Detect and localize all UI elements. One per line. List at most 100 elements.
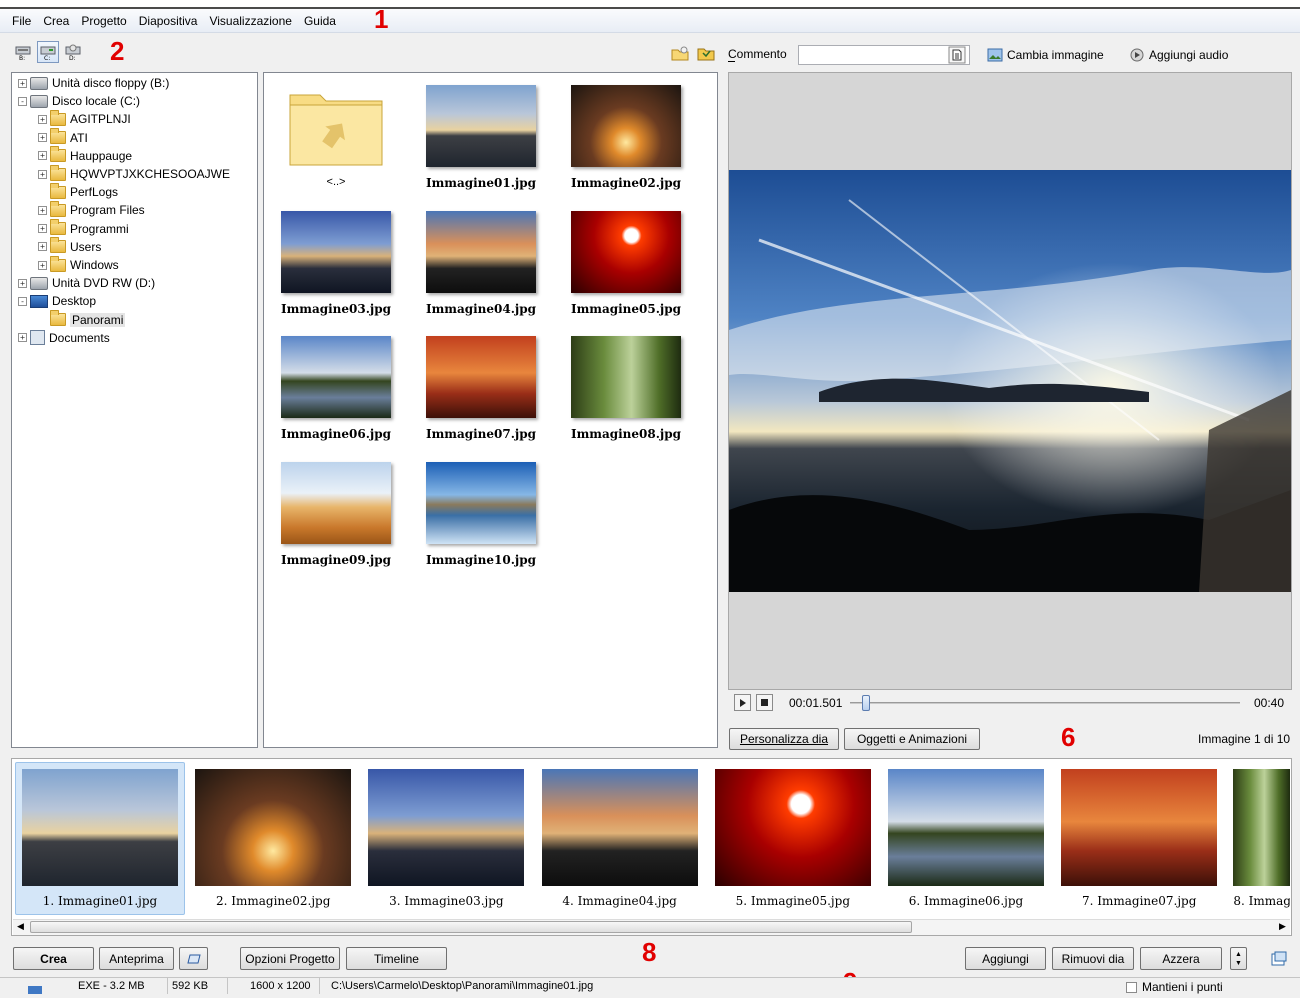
menu-guida[interactable]: Guida: [298, 14, 342, 28]
collapse-icon[interactable]: -: [18, 96, 27, 106]
menu-diapositiva[interactable]: Diapositiva: [133, 14, 204, 28]
menu-visualizzazione[interactable]: Visualizzazione: [203, 14, 298, 28]
file-thumbnail[interactable]: Immagine02.jpg: [570, 85, 682, 190]
folder-icon: [50, 237, 66, 254]
reset-button[interactable]: Azzera: [1140, 947, 1222, 970]
drive-d-button[interactable]: D:: [62, 41, 84, 63]
tree-item[interactable]: - Desktop: [18, 292, 96, 310]
tree-item[interactable]: + Program Files: [38, 200, 145, 219]
menu-file[interactable]: File: [6, 14, 37, 28]
expand-icon[interactable]: +: [38, 224, 47, 234]
folder-new-icon[interactable]: [671, 45, 689, 61]
tree-item[interactable]: + Documents: [18, 329, 110, 347]
add-audio-button[interactable]: Aggiungi audio: [1149, 48, 1228, 62]
status-filesize: 592 KB: [166, 978, 228, 994]
menu-crea[interactable]: Crea: [37, 14, 75, 28]
remove-slide-button[interactable]: Rimuovi dia: [1052, 947, 1134, 970]
tree-item[interactable]: + Hauppauge: [38, 146, 132, 165]
fullscreen-button[interactable]: [179, 947, 208, 970]
expand-icon[interactable]: +: [18, 333, 27, 343]
file-thumbnail-image: [571, 85, 681, 167]
comment-input[interactable]: [798, 45, 970, 65]
tree-item[interactable]: + Windows: [38, 255, 119, 274]
tree-item[interactable]: + Users: [38, 237, 101, 256]
slide-thumbnail[interactable]: 2. Immagine02.jpg: [194, 769, 352, 908]
slide-label: 1. Immagine01.jpg: [42, 894, 158, 908]
callout-1: 1: [374, 4, 389, 34]
tree-item[interactable]: Panorami: [38, 310, 126, 329]
file-thumbnail[interactable]: Immagine09.jpg: [280, 461, 392, 567]
tree-item-label: ATI: [70, 130, 88, 145]
change-image-button[interactable]: Cambia immagine: [1007, 48, 1104, 62]
preview-button[interactable]: Anteprima: [99, 947, 174, 970]
move-slide-spinner[interactable]: ▲ ▼: [1230, 947, 1247, 970]
tree-item[interactable]: + HQWVPTJXKCHESOOAJWE: [38, 164, 230, 183]
expand-icon[interactable]: +: [18, 78, 27, 88]
tree-item-label: Documents: [49, 330, 110, 345]
folder-tree-panel[interactable]: + Unità disco floppy (B:) - Disco locale (C…: [11, 72, 258, 748]
file-thumbnail[interactable]: <..>: [280, 85, 392, 188]
file-thumbnail[interactable]: Immagine01.jpg: [425, 85, 537, 190]
file-thumbnail[interactable]: Immagine06.jpg: [280, 336, 392, 441]
expand-icon[interactable]: +: [38, 151, 47, 161]
expand-icon[interactable]: +: [38, 114, 47, 124]
move-up-icon[interactable]: ▲: [1235, 950, 1242, 959]
file-browser-panel[interactable]: <..> Immagine01.jpg Immagine02.jpg Immagine…: [263, 72, 718, 748]
expand-icon[interactable]: +: [18, 278, 27, 288]
slide-thumbnail[interactable]: 5. Immagine05.jpg: [714, 769, 872, 908]
tree-item-label: Program Files: [70, 203, 145, 218]
text-format-icon[interactable]: [948, 46, 966, 64]
play-button[interactable]: [734, 694, 751, 711]
file-thumbnail[interactable]: Immagine04.jpg: [425, 210, 537, 316]
tree-item[interactable]: + ATI: [38, 128, 88, 147]
customize-slide-button[interactable]: Personalizza dia: [729, 728, 839, 750]
scroll-right-icon[interactable]: ▶: [1279, 921, 1286, 932]
add-button[interactable]: Aggiungi: [965, 947, 1046, 970]
tree-item[interactable]: + Programmi: [38, 219, 129, 238]
keep-points-label: Mantieni i punti: [1142, 980, 1223, 994]
expand-icon[interactable]: +: [38, 242, 47, 252]
expand-icon[interactable]: +: [38, 260, 47, 270]
crea-button[interactable]: Crea: [13, 947, 94, 970]
slide-thumbnail[interactable]: 8. Immagine08.jpg: [1233, 769, 1300, 908]
tree-item-label: Programmi: [70, 221, 129, 236]
scroll-left-icon[interactable]: ◀: [17, 921, 24, 932]
move-down-icon[interactable]: ▼: [1235, 959, 1242, 968]
file-thumbnail[interactable]: Immagine07.jpg: [425, 336, 537, 441]
tree-item[interactable]: + Unità disco floppy (B:): [18, 74, 169, 92]
stop-button[interactable]: [756, 694, 773, 711]
menu-progetto[interactable]: Progetto: [75, 14, 132, 28]
folder-open-icon[interactable]: [697, 45, 715, 61]
drive-b-button[interactable]: B:: [12, 41, 34, 63]
strip-scrollbar-thumb[interactable]: [30, 921, 912, 933]
file-thumbnail[interactable]: Immagine03.jpg: [280, 210, 392, 316]
file-thumbnail[interactable]: Immagine08.jpg: [570, 336, 682, 441]
objects-animations-label: Oggetti e Animazioni: [856, 732, 968, 746]
documents-icon: [30, 330, 45, 346]
slide-thumbnail-image: [888, 769, 1044, 886]
tree-item[interactable]: PerfLogs: [38, 182, 118, 201]
player-track[interactable]: [850, 702, 1240, 704]
expand-icon[interactable]: +: [38, 205, 47, 215]
file-thumbnail[interactable]: Immagine10.jpg: [425, 461, 537, 567]
drive-c-button[interactable]: C:: [37, 41, 59, 63]
player-slider-knob[interactable]: [861, 695, 870, 711]
file-thumbnail[interactable]: Immagine05.jpg: [570, 210, 682, 316]
tree-item[interactable]: + AGITPLNJI: [38, 109, 131, 128]
slide-thumbnail[interactable]: 4. Immagine04.jpg: [541, 769, 699, 908]
timeline-button[interactable]: Timeline: [346, 947, 447, 970]
collapse-icon[interactable]: -: [18, 296, 27, 306]
expand-icon[interactable]: +: [38, 133, 47, 143]
slide-thumbnail[interactable]: 1. Immagine01.jpg: [15, 762, 185, 915]
slide-thumbnail[interactable]: 7. Immagine07.jpg: [1060, 769, 1218, 908]
slide-thumbnail[interactable]: 3. Immagine03.jpg: [367, 769, 525, 908]
restore-window-icon[interactable]: [1271, 951, 1287, 967]
keep-points-checkbox[interactable]: [1126, 982, 1137, 993]
project-options-button[interactable]: Opzioni Progetto: [240, 947, 340, 970]
tree-item[interactable]: - Disco locale (C:): [18, 92, 140, 110]
tree-item[interactable]: + Unità DVD RW (D:): [18, 274, 155, 292]
objects-animations-button[interactable]: Oggetti e Animazioni: [844, 728, 980, 750]
slide-thumbnail[interactable]: 6. Immagine06.jpg: [887, 769, 1045, 908]
comment-accesskey: [728, 61, 735, 62]
expand-icon[interactable]: +: [38, 169, 47, 179]
